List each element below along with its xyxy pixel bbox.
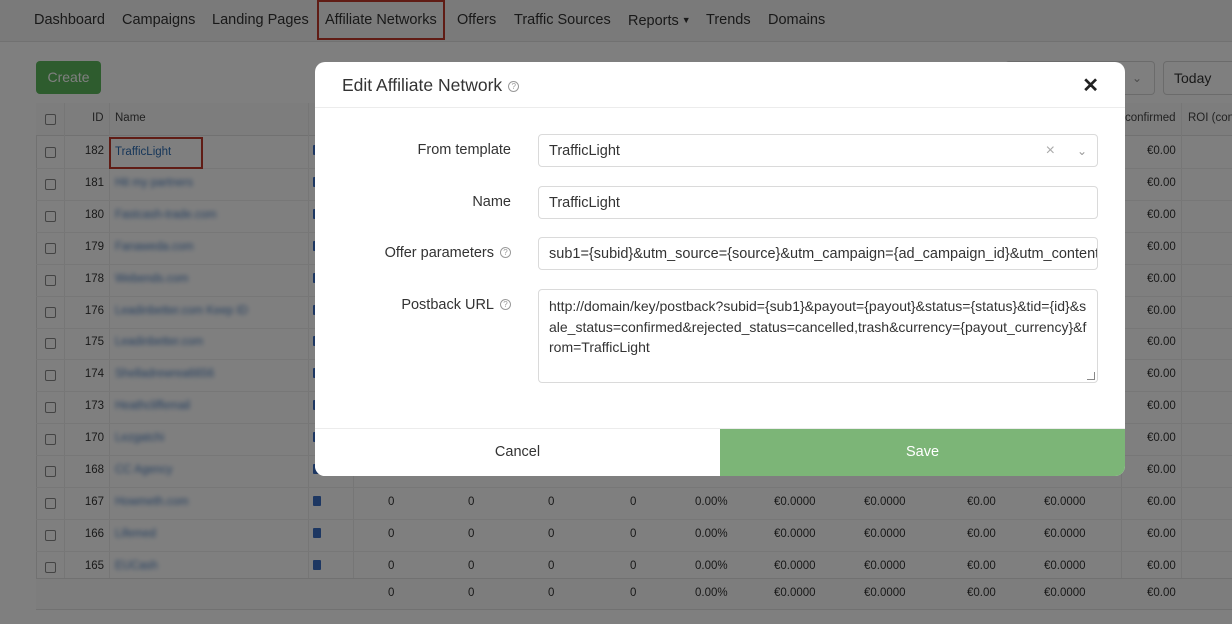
from-template-label: From template (417, 142, 511, 158)
postback-url-label: Postback URL? (315, 297, 511, 313)
help-icon[interactable]: ? (500, 299, 511, 310)
close-icon[interactable]: ✕ (1082, 73, 1099, 98)
offer-parameters-field[interactable]: sub1={subid}&utm_source={source}&utm_cam… (538, 237, 1098, 270)
clear-icon[interactable]: × (1046, 135, 1055, 166)
help-icon[interactable]: ? (500, 247, 511, 258)
modal-footer: Cancel Save (315, 428, 1125, 476)
chevron-down-icon[interactable]: ⌄ (1077, 135, 1087, 166)
offer-parameters-label-text: Offer parameters (384, 245, 494, 261)
edit-affiliate-network-dialog: Edit Affiliate Network? ✕ From template … (315, 62, 1125, 476)
from-template-select[interactable]: TrafficLight × ⌄ (538, 134, 1098, 167)
name-label: Name (472, 194, 511, 210)
postback-url-textarea[interactable]: http://domain/key/postback?subid={sub1}&… (538, 289, 1098, 383)
name-field[interactable]: TrafficLight (538, 186, 1098, 219)
help-icon[interactable]: ? (508, 81, 520, 92)
modal-title: Edit Affiliate Network? (342, 75, 520, 96)
resize-handle[interactable] (1087, 372, 1095, 380)
modal-title-text: Edit Affiliate Network (342, 75, 503, 95)
save-button[interactable]: Save (720, 429, 1125, 476)
cancel-button[interactable]: Cancel (315, 429, 720, 476)
postback-url-value: http://domain/key/postback?subid={sub1}&… (549, 298, 1087, 355)
from-template-value: TrafficLight (549, 143, 620, 159)
offer-parameters-label: Offer parameters? (315, 245, 511, 261)
modal-header: Edit Affiliate Network? ✕ (315, 62, 1125, 108)
postback-url-label-text: Postback URL (401, 297, 494, 313)
